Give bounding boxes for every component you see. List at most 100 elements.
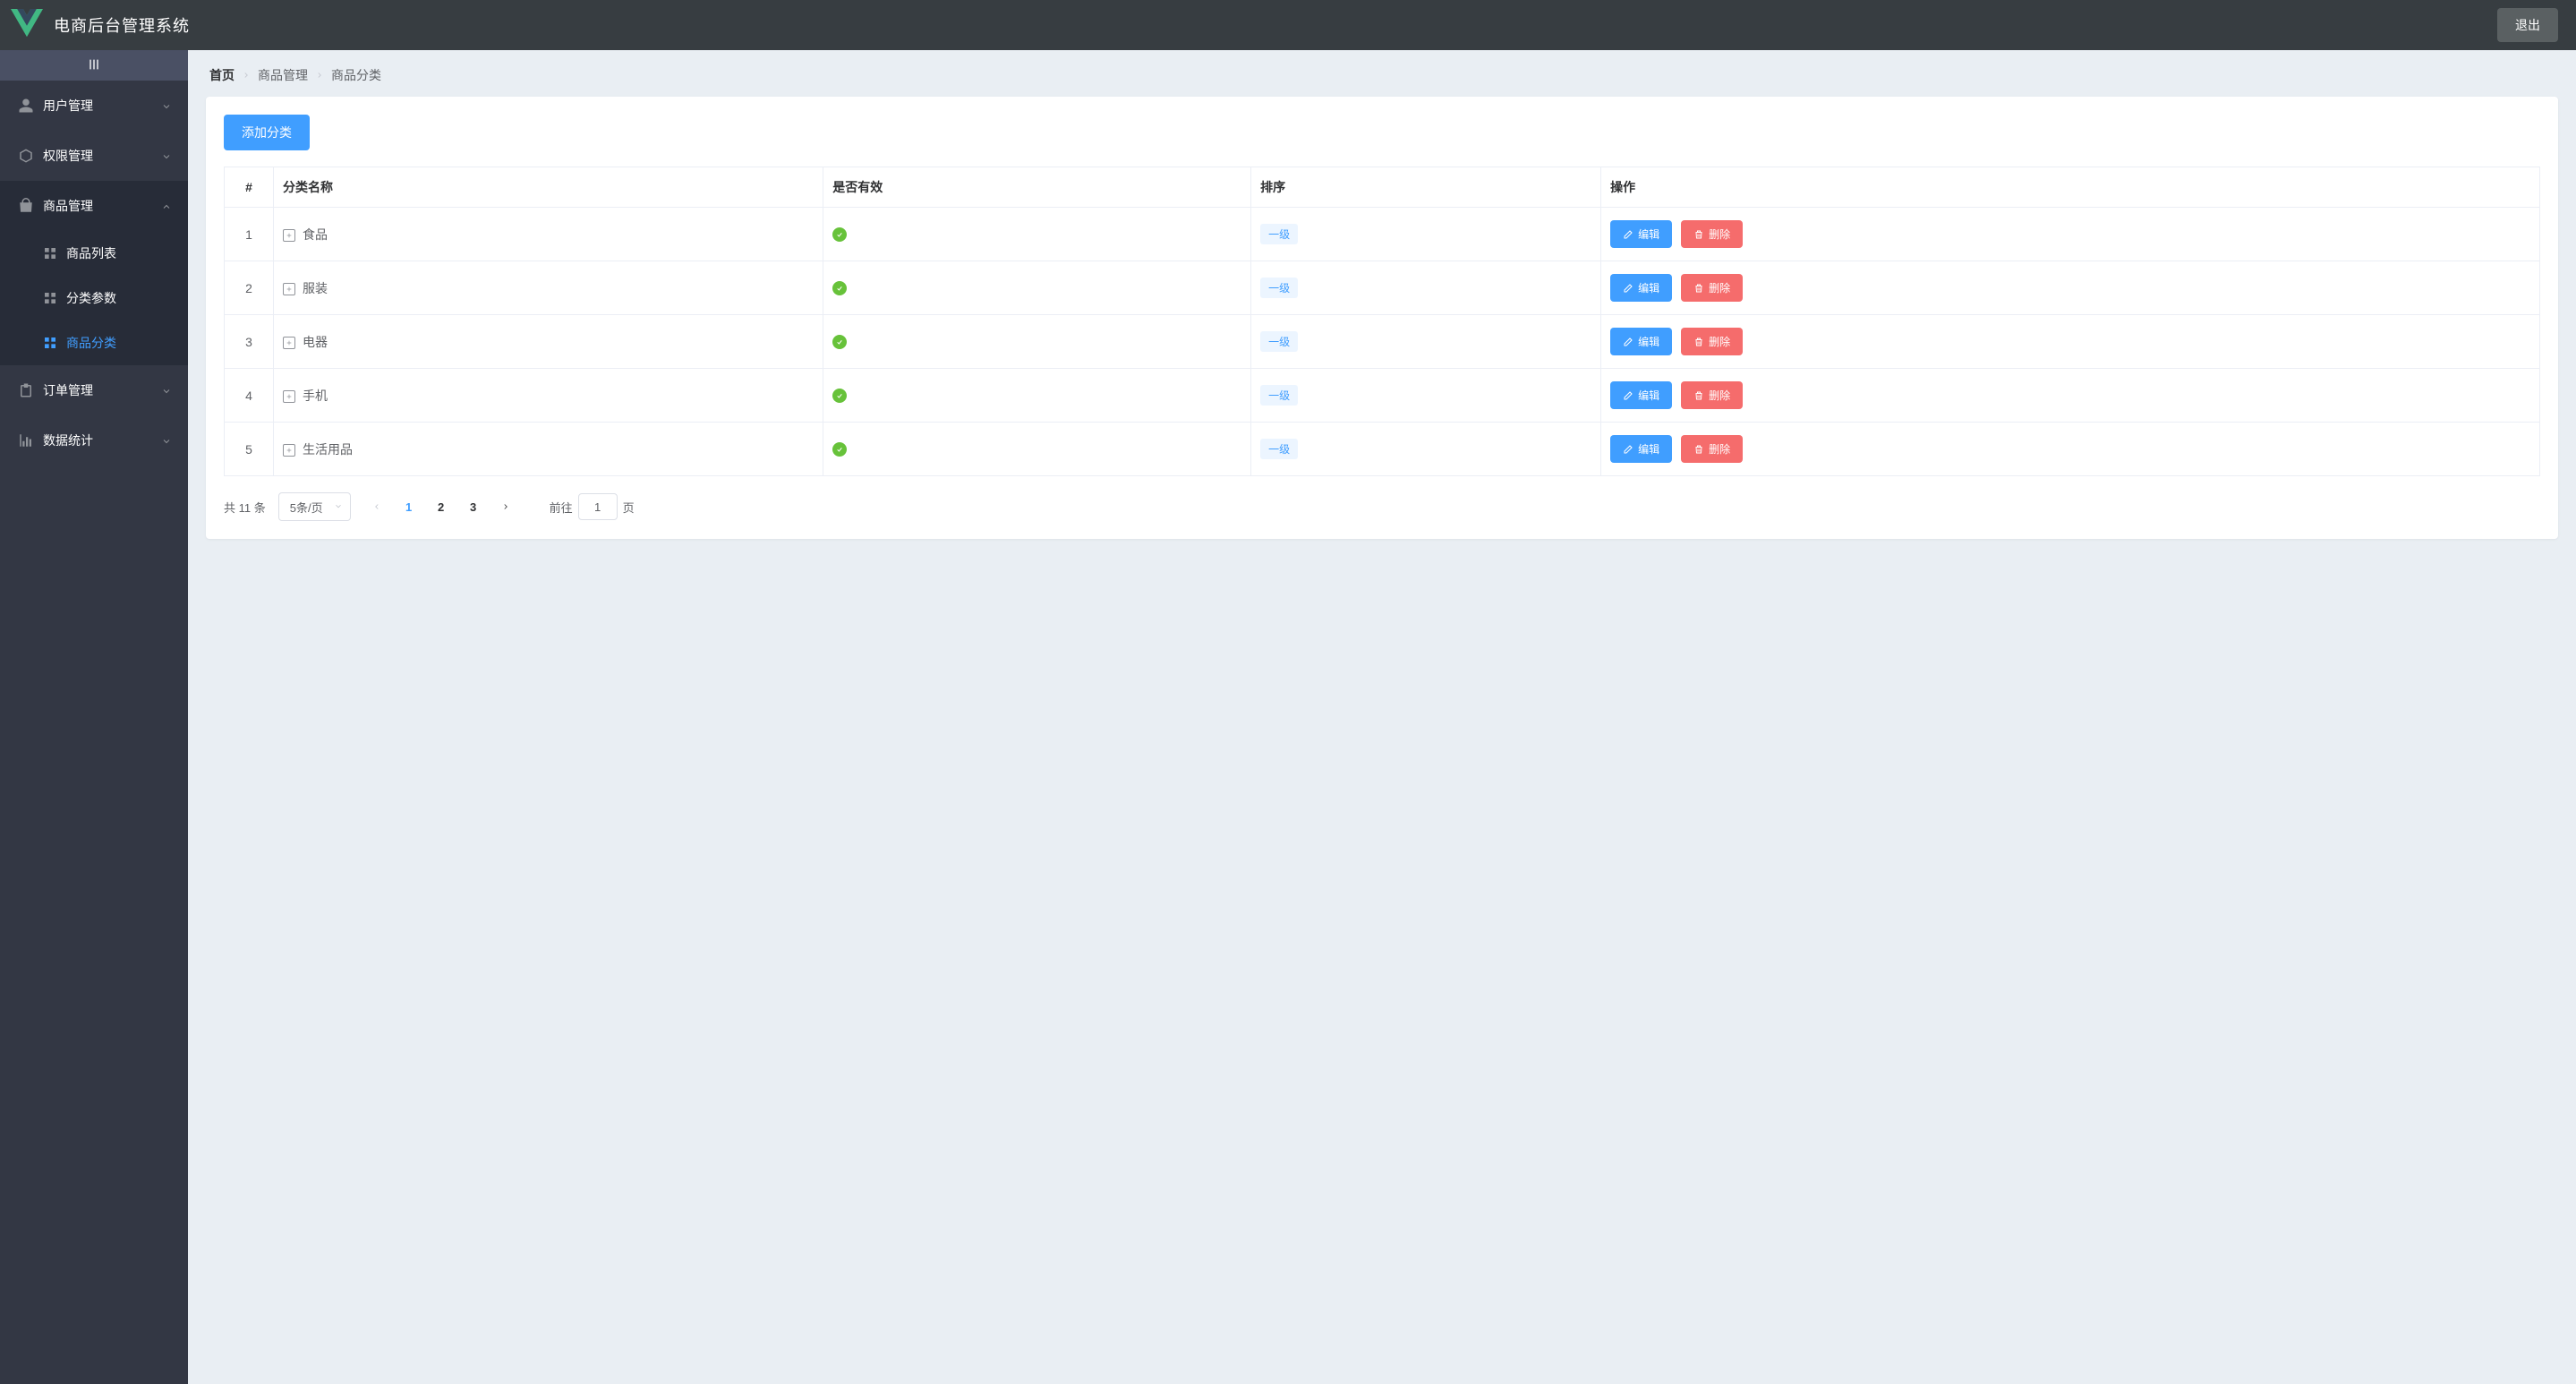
category-name: 电器: [303, 335, 328, 349]
pagination: 共 11 条 5条/页 123 前往 页: [224, 492, 2540, 521]
level-tag: 一级: [1260, 439, 1298, 459]
success-icon: [832, 442, 847, 457]
sidebar-item[interactable]: 数据统计: [0, 415, 188, 466]
delete-button[interactable]: 删除: [1681, 274, 1743, 302]
delete-button[interactable]: 删除: [1681, 328, 1743, 355]
level-tag: 一级: [1260, 278, 1298, 298]
add-category-button[interactable]: 添加分类: [224, 115, 310, 150]
cell-name: 电器: [274, 315, 823, 369]
expand-icon[interactable]: [283, 444, 295, 457]
expand-icon[interactable]: [283, 337, 295, 349]
delete-button[interactable]: 删除: [1681, 435, 1743, 463]
table-row: 3电器一级编辑删除: [225, 315, 2540, 369]
chevron-icon: [161, 100, 172, 111]
trash-icon: [1693, 283, 1704, 294]
jump-prefix: 前往: [550, 499, 573, 516]
bag-icon: [18, 198, 34, 214]
level-tag: 一级: [1260, 224, 1298, 244]
cell-name: 食品: [274, 208, 823, 261]
grid-icon: [43, 291, 57, 305]
cell-index: 5: [225, 423, 274, 476]
cell-ops: 编辑删除: [1601, 315, 2540, 369]
content-card: 添加分类 # 分类名称 是否有效 排序 操作 1食品一级编辑删除2服装一级编辑删…: [206, 97, 2558, 539]
edit-button[interactable]: 编辑: [1610, 220, 1672, 248]
th-sort: 排序: [1251, 167, 1601, 208]
page-size-label: 5条/页: [290, 499, 323, 516]
sidebar-item[interactable]: 用户管理: [0, 81, 188, 131]
sidebar-item-label: 数据统计: [43, 431, 93, 449]
page-size-select[interactable]: 5条/页: [278, 492, 351, 521]
chevron-down-icon: [334, 500, 343, 514]
table-row: 5生活用品 一级 编辑删除: [225, 423, 2540, 476]
category-name: 手机: [303, 389, 328, 403]
success-icon: [832, 335, 847, 349]
cell-valid: [823, 208, 1251, 261]
cell-ops: 编辑删除: [1601, 208, 2540, 261]
breadcrumb-page: 商品分类: [331, 66, 381, 84]
cell-name: 服装: [274, 261, 823, 315]
jump-to-page: 前往 页: [550, 493, 635, 520]
edit-button[interactable]: 编辑: [1610, 274, 1672, 302]
app-header: 电商后台管理系统 退出: [0, 0, 2576, 50]
jump-input[interactable]: [578, 493, 618, 520]
cell-ops: 编辑删除: [1601, 261, 2540, 315]
edit-button[interactable]: 编辑: [1610, 381, 1672, 409]
delete-button[interactable]: 删除: [1681, 220, 1743, 248]
logout-button[interactable]: 退出: [2497, 8, 2558, 42]
trash-icon: [1693, 229, 1704, 240]
expand-icon[interactable]: [283, 390, 295, 403]
clipboard-icon: [18, 382, 34, 398]
trash-icon: [1693, 337, 1704, 347]
sidebar-menu: 用户管理权限管理商品管理商品列表分类参数商品分类订单管理数据统计: [0, 81, 188, 466]
table-row: 4手机一级编辑删除: [225, 369, 2540, 423]
cell-valid: [823, 369, 1251, 423]
user-icon: [18, 98, 34, 114]
chevron-icon: [161, 150, 172, 161]
chevron-icon: [161, 435, 172, 446]
cell-sort: 一级: [1251, 208, 1601, 261]
chart-icon: [18, 432, 34, 449]
sidebar: 用户管理权限管理商品管理商品列表分类参数商品分类订单管理数据统计: [0, 50, 188, 1384]
page-number[interactable]: 3: [460, 493, 487, 520]
breadcrumb-home[interactable]: 首页: [209, 66, 235, 84]
edit-icon: [1623, 390, 1633, 401]
cell-sort: 一级: [1251, 261, 1601, 315]
edit-icon: [1623, 337, 1633, 347]
edit-button[interactable]: 编辑: [1610, 328, 1672, 355]
page-number[interactable]: 2: [428, 493, 455, 520]
cell-index: 2: [225, 261, 274, 315]
success-icon: [832, 281, 847, 295]
edit-icon: [1623, 229, 1633, 240]
total-text: 共 11 条: [224, 499, 266, 516]
sidebar-subitem[interactable]: 分类参数: [0, 276, 188, 320]
sidebar-subitem[interactable]: 商品分类: [0, 320, 188, 365]
sidebar-item-label: 商品管理: [43, 197, 93, 215]
sidebar-subitem-label: 分类参数: [66, 289, 116, 307]
sidebar-subitem-label: 商品列表: [66, 244, 116, 262]
chevron-right-icon: [242, 68, 251, 82]
expand-icon[interactable]: [283, 283, 295, 295]
page-number[interactable]: 1: [396, 493, 422, 520]
cell-index: 1: [225, 208, 274, 261]
sidebar-item[interactable]: 订单管理: [0, 365, 188, 415]
cell-name: 生活用品: [274, 423, 823, 476]
sidebar-subitem[interactable]: 商品列表: [0, 231, 188, 276]
trash-icon: [1693, 444, 1704, 455]
edit-icon: [1623, 444, 1633, 455]
expand-icon[interactable]: [283, 229, 295, 242]
edit-button[interactable]: 编辑: [1610, 435, 1672, 463]
sidebar-item[interactable]: 权限管理: [0, 131, 188, 181]
prev-page-button[interactable]: [363, 493, 390, 520]
next-page-button[interactable]: [492, 493, 519, 520]
th-ops: 操作: [1601, 167, 2540, 208]
cell-index: 3: [225, 315, 274, 369]
logo-wrap: 电商后台管理系统: [0, 9, 190, 41]
sidebar-item[interactable]: 商品管理: [0, 181, 188, 231]
cube-icon: [18, 148, 34, 164]
breadcrumb-group: 商品管理: [258, 66, 308, 84]
cell-ops: 编辑删除: [1601, 369, 2540, 423]
cell-valid: [823, 315, 1251, 369]
delete-button[interactable]: 删除: [1681, 381, 1743, 409]
sidebar-collapse-toggle[interactable]: [0, 50, 188, 81]
sidebar-item-label: 权限管理: [43, 147, 93, 165]
